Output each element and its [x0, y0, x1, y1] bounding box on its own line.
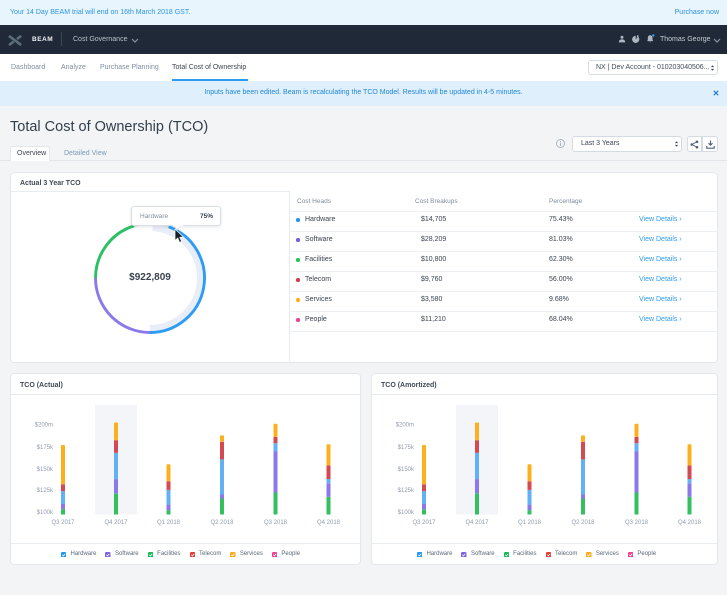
svg-text:Q2 2018: Q2 2018 — [210, 520, 234, 526]
svg-text:Q2 2018: Q2 2018 — [571, 520, 595, 526]
svg-text:Q3 2017: Q3 2017 — [412, 520, 436, 526]
svg-text:Q4 2018: Q4 2018 — [678, 520, 702, 526]
svg-text:$125k: $125k — [37, 488, 54, 494]
svg-text:$175k: $175k — [398, 445, 415, 451]
svg-text:Q4 2017: Q4 2017 — [465, 520, 489, 526]
svg-text:Q3 2017: Q3 2017 — [51, 520, 75, 526]
svg-text:$200m: $200m — [396, 423, 414, 429]
svg-text:$100k: $100k — [37, 510, 54, 516]
svg-text:Q3 2018: Q3 2018 — [264, 520, 288, 526]
svg-text:$125k: $125k — [398, 488, 415, 494]
svg-text:$150k: $150k — [398, 467, 415, 473]
svg-text:Q4 2018: Q4 2018 — [317, 520, 341, 526]
svg-text:$150k: $150k — [37, 467, 54, 473]
svg-text:$200m: $200m — [35, 423, 53, 429]
svg-text:$175k: $175k — [37, 445, 54, 451]
svg-text:$100k: $100k — [398, 510, 415, 516]
svg-text:Q3 2018: Q3 2018 — [625, 520, 649, 526]
svg-text:Q1 2018: Q1 2018 — [157, 520, 181, 526]
svg-text:Q4 2017: Q4 2017 — [104, 520, 128, 526]
svg-text:Q1 2018: Q1 2018 — [518, 520, 542, 526]
